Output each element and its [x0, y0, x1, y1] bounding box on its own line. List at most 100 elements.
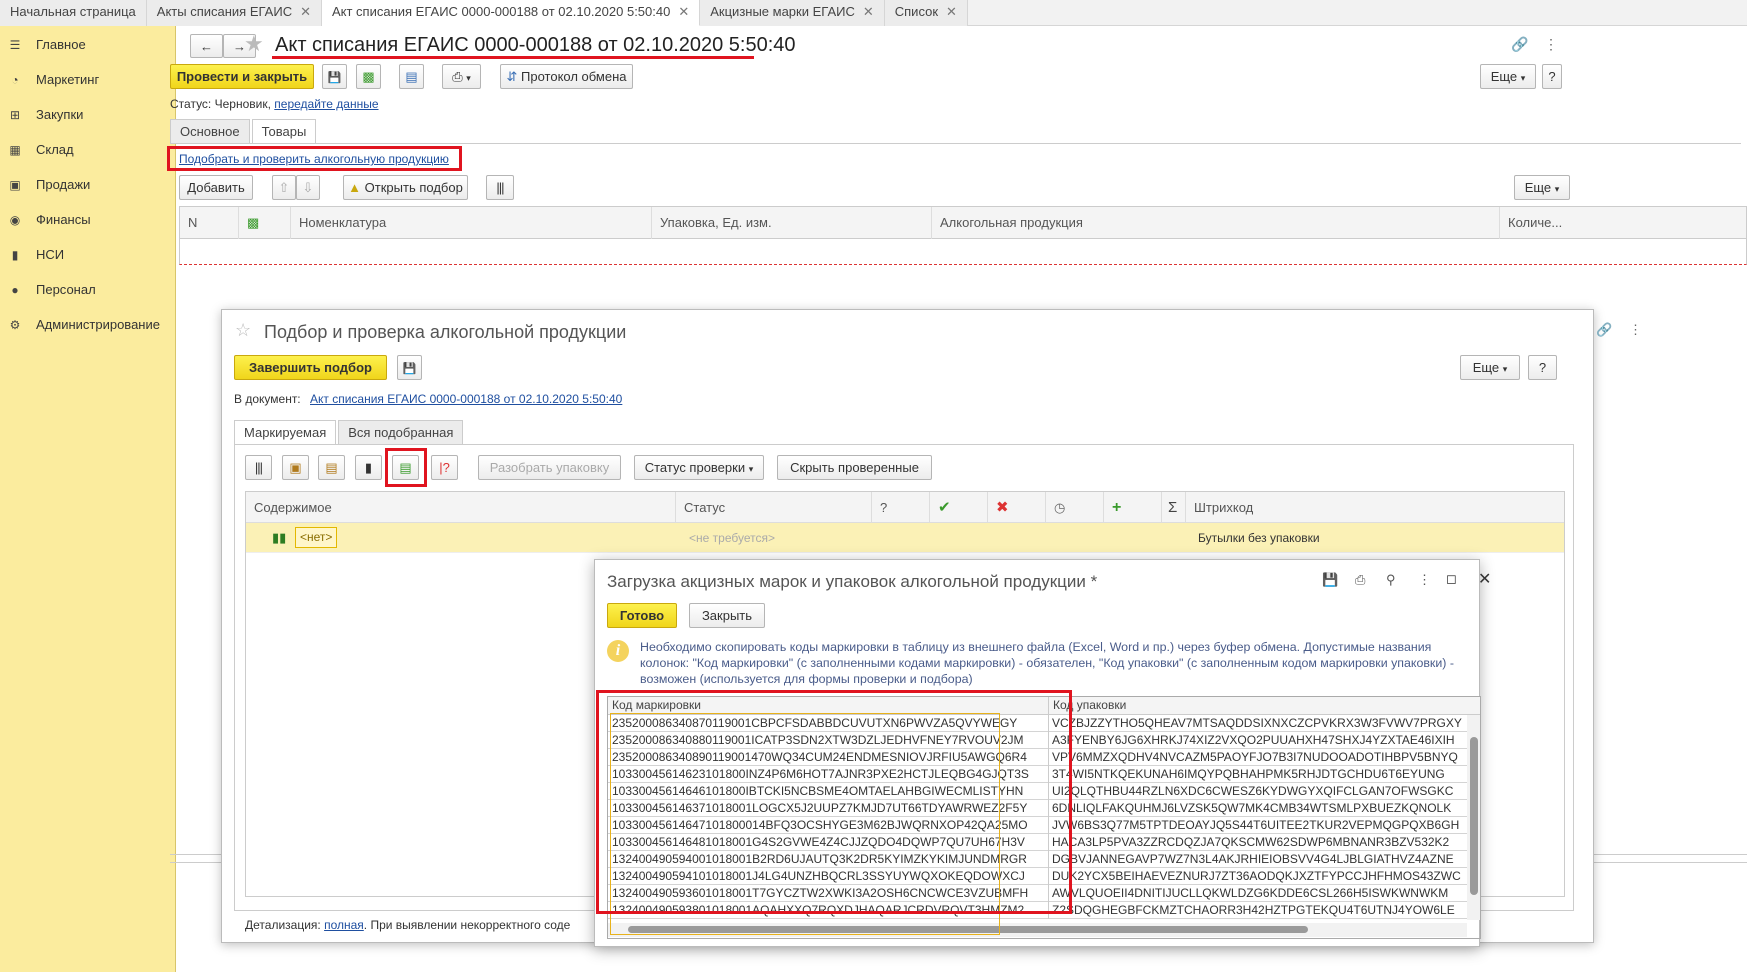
add-button[interactable]: Добавить — [179, 175, 253, 200]
codes-vscroll-thumb[interactable] — [1470, 737, 1478, 895]
selection-table-header: Содержимое Статус ? ✔ ✖ ◷ + Σ Штрихкод — [246, 492, 1564, 523]
more-button-2[interactable]: Еще ▾ — [1514, 175, 1570, 200]
status-value: Черновик, — [214, 97, 271, 111]
open-selection-button[interactable]: ▲ Открыть подбор — [343, 175, 468, 200]
code-pack-cell[interactable]: DUK2YCX5BEIHAEVEZNURJ7ZT36AODQKJXZTFYPCC… — [1052, 868, 1466, 884]
check-status-button[interactable]: Статус проверки ▾ — [634, 455, 764, 480]
status-line: Статус: Черновик, передайте данные — [170, 97, 379, 111]
code-pack-cell[interactable]: DGBVJANNEGAVP7WZ7N3L4AKJRHIEIOBSVV4G4LJB… — [1052, 851, 1466, 867]
sidebar-item-6[interactable]: ▮ НСИ — [0, 237, 175, 272]
done-button[interactable]: Готово — [607, 603, 677, 628]
dialog-dots-icon[interactable]: ⋮ — [1418, 572, 1431, 588]
tab-1[interactable]: Товары — [251, 119, 317, 144]
code-pack-cell[interactable]: AWVLQUOEII4DNITIJUCLLQKWLDZG6KDDE6CSL266… — [1052, 885, 1466, 901]
window-tab-1[interactable]: Акты списания ЕГАИС ✕ — [146, 0, 322, 26]
tab-close-icon[interactable]: ✕ — [863, 4, 874, 19]
send-data-link[interactable]: передайте данные — [274, 97, 378, 111]
code-pack-cell[interactable]: VPV6MMZXQDHV4NVCAZM5PAOYFJO7B3I7NUDOOADO… — [1052, 749, 1466, 765]
dialog-maximize-icon[interactable]: ◻ — [1446, 571, 1457, 587]
post-button[interactable]: ▩ — [356, 64, 381, 89]
bottle-icon: ▮ — [364, 460, 373, 475]
sidebar-item-7[interactable]: ● Персонал — [0, 272, 175, 307]
cart-icon: ⊞ — [9, 107, 21, 122]
selection-star-icon[interactable]: ☆ — [235, 320, 251, 341]
barcode-button[interactable]: ||| — [486, 175, 514, 200]
products-table-empty-row — [179, 239, 1747, 265]
sidebar-item-2[interactable]: ⊞ Закупки — [0, 97, 175, 132]
sidebar-item-3[interactable]: ▦ Склад — [0, 132, 175, 167]
print-menu-button[interactable]: ⎙ ▾ — [442, 64, 481, 89]
col-status: Статус — [676, 492, 872, 523]
code-pack-cell[interactable]: 6DNLIQLFAKQUHMJ6LVZSK5QW7MK4CMB34WTSMLPX… — [1052, 800, 1466, 816]
barcode-question-icon: |? — [439, 460, 450, 475]
book-icon: ▮ — [11, 247, 19, 262]
selection-more-button[interactable]: Еще ▾ — [1460, 355, 1520, 380]
tab-0[interactable]: Маркируемая — [234, 420, 337, 445]
tab-close-icon[interactable]: ✕ — [946, 4, 957, 19]
package-button[interactable]: ▤ — [318, 455, 345, 480]
move-down-button[interactable]: ⇩ — [296, 175, 320, 200]
sidebar-item-4[interactable]: ▣ Продажи — [0, 167, 175, 202]
finish-selection-button[interactable]: Завершить подбор — [234, 355, 387, 380]
selection-dots-icon[interactable]: ⋮ — [1629, 322, 1642, 338]
code-pack-cell[interactable]: UI2QLQTHBU44RZLN6XDC6CWESZ6KYDWGYXQIFCLG… — [1052, 783, 1466, 799]
report-icon: ▤ — [405, 69, 418, 84]
move-up-button[interactable]: ⇧ — [272, 175, 296, 200]
highlight-box-import — [385, 448, 427, 487]
scan-barcode-button[interactable]: ||| — [245, 455, 272, 480]
tab-0[interactable]: Основное — [170, 119, 250, 144]
tab-close-icon[interactable]: ✕ — [678, 4, 689, 19]
window-tab-4[interactable]: Список ✕ — [884, 0, 968, 26]
to-document-link[interactable]: Акт списания ЕГАИС 0000-000188 от 02.10.… — [310, 392, 622, 406]
code-pack-cell[interactable]: 3T4WI5NTKQEKUNAH6IMQYPQBHAHPMK5RHJDTGCHD… — [1052, 766, 1466, 782]
window-tab-2[interactable]: Акт списания ЕГАИС 0000-000188 от 02.10.… — [321, 0, 701, 26]
selection-help-button[interactable]: ? — [1528, 355, 1557, 380]
selection-link-icon[interactable]: 🔗 — [1596, 322, 1612, 338]
dialog-save-icon[interactable]: 💾 — [1322, 572, 1338, 588]
col-checked: ✔ — [930, 492, 988, 523]
code-pack-cell[interactable]: JVW6BS3Q77M5TPTDEOAYJQ5S44T6UITEE2TKUR2V… — [1052, 817, 1466, 833]
tab-close-icon[interactable]: ✕ — [300, 4, 311, 19]
tab-1[interactable]: Вся подобранная — [338, 420, 464, 445]
dialog-preview-icon[interactable]: ⚲ — [1386, 572, 1396, 588]
sidebar-item-5[interactable]: ◉ Финансы — [0, 202, 175, 237]
bottle-button[interactable]: ▮ — [355, 455, 382, 480]
more-button[interactable]: Еще ▾ — [1480, 64, 1536, 89]
link-icon[interactable]: 🔗 — [1511, 36, 1528, 53]
back-button[interactable]: ← — [190, 34, 223, 58]
dialog-print-icon[interactable]: ⎙ — [1355, 572, 1365, 588]
detail-link[interactable]: полная — [324, 918, 364, 932]
codes-vscroll[interactable] — [1467, 715, 1480, 920]
code-pack-cell[interactable]: HACA3LP5PVA3ZZRCDQZJA7QKSCMW62SDWP6MBNAN… — [1052, 834, 1466, 850]
col-content: Содержимое — [246, 492, 676, 523]
save-button[interactable]: 💾 — [322, 64, 347, 89]
unpack-button[interactable]: Разобрать упаковку — [478, 455, 621, 480]
package-icon: ▤ — [325, 460, 338, 475]
sidebar-item-8[interactable]: ⚙ Администрирование — [0, 307, 175, 342]
import-dialog-title: Загрузка акцизных марок и упаковок алког… — [607, 572, 1098, 591]
code-pack-cell[interactable]: VCZBJZZYTHO5QHEAV7MTSAQDDSIXNXCZCPVKRX3W… — [1052, 715, 1466, 731]
sidebar-item-1[interactable]: ◔ Маркетинг — [0, 62, 175, 97]
help-button-top[interactable]: ? — [1542, 64, 1562, 89]
bottles-icon: ▮▮ — [272, 530, 287, 545]
excise-flag-icon: ▩ — [247, 215, 260, 230]
unknown-barcode-button[interactable]: |? — [431, 455, 458, 480]
hide-checked-button[interactable]: Скрыть проверенные — [777, 455, 932, 480]
exchange-log-button[interactable]: ⇵ Протокол обмена — [500, 64, 633, 89]
window-tab-3[interactable]: Акцизные марки ЕГАИС ✕ — [700, 0, 885, 26]
favorite-star-icon[interactable]: ★ — [244, 31, 264, 57]
arrow-up-icon: ⇧ — [278, 180, 290, 195]
dialog-close-icon[interactable]: ✕ — [1478, 569, 1491, 589]
more-dots-icon[interactable]: ⋮ — [1544, 36, 1558, 53]
code-pack-cell[interactable]: Z2SDQGHEGBFCKMZTCHAORR3H42HZTPGTEKQU4T6U… — [1052, 902, 1466, 918]
selection-save-button[interactable]: 💾 — [397, 355, 422, 380]
report-button[interactable]: ▤ — [399, 64, 424, 89]
selection-table-row[interactable]: ▮▮ <нет> <не требуется> Бутылки без упак… — [246, 523, 1564, 553]
close-button[interactable]: Закрыть — [689, 603, 765, 628]
post-close-button[interactable]: Провести и закрыть — [170, 64, 314, 89]
basket-icon: ▣ — [9, 177, 21, 192]
sidebar-item-0[interactable]: ☰ Главное — [0, 27, 175, 62]
window-tab-0[interactable]: Начальная страница — [0, 0, 147, 26]
add-package-button[interactable]: ▣ — [282, 455, 309, 480]
code-pack-cell[interactable]: A3FYENBY6JG6XHRKJ74XIZ2VXQO2PUUAHXH47SHX… — [1052, 732, 1466, 748]
